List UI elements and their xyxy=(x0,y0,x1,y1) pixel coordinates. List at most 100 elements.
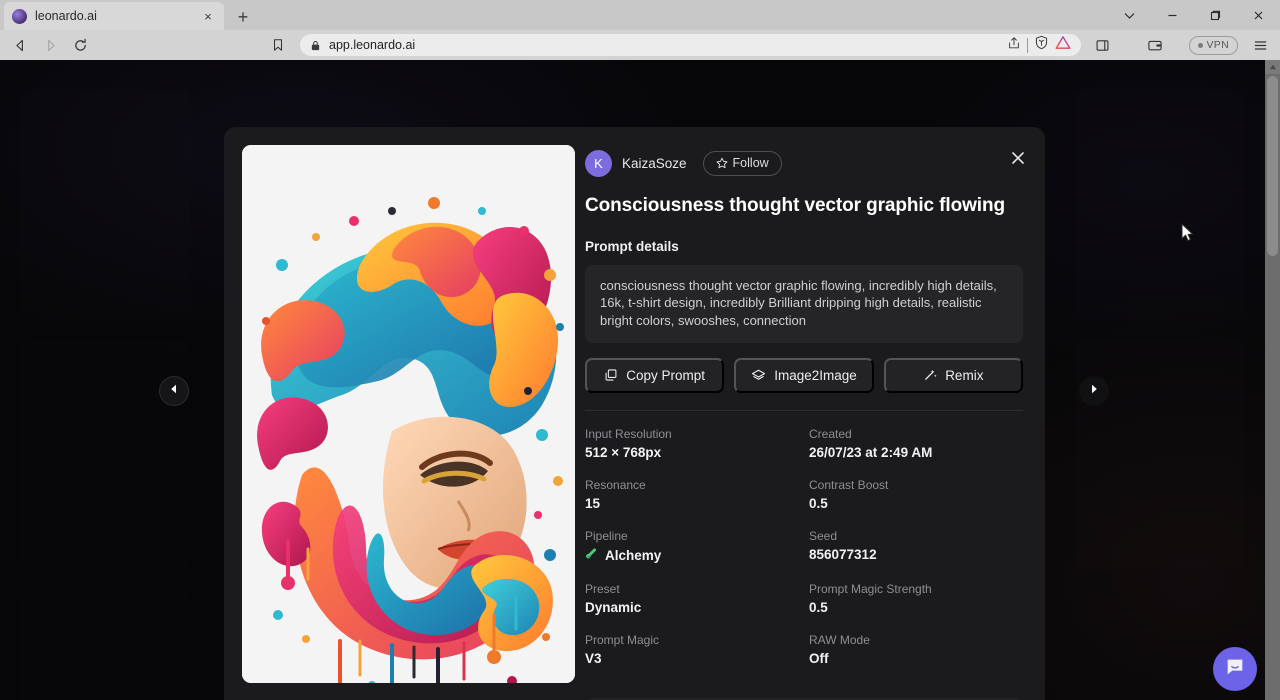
new-tab-button[interactable]: + xyxy=(230,4,256,30)
minimize-icon[interactable] xyxy=(1151,0,1194,30)
meta-key: Pipeline xyxy=(585,529,799,543)
meta-value: Alchemy xyxy=(605,548,661,563)
tab-strip: leonardo.ai × + xyxy=(0,0,1280,30)
page-title: Consciousness thought vector graphic flo… xyxy=(585,195,1023,217)
meta-key: Prompt Magic xyxy=(585,633,799,647)
chevron-down-icon[interactable] xyxy=(1108,0,1151,30)
wallet-icon[interactable] xyxy=(1141,33,1169,57)
browser-window: leonardo.ai × + xyxy=(0,0,1280,700)
back-arrow-icon[interactable] xyxy=(6,33,34,57)
meta-key: Contrast Boost xyxy=(809,478,1023,492)
browser-toolbar: app.leonardo.ai xyxy=(0,30,1280,60)
meta-value: 26/07/23 at 2:49 AM xyxy=(809,445,1023,460)
next-image-button[interactable] xyxy=(1079,376,1109,406)
meta-item-prompt-magic: Prompt Magic V3 xyxy=(585,633,799,666)
meta-item-seed: Seed 856077312 xyxy=(809,529,1023,564)
vpn-button[interactable]: VPN xyxy=(1189,36,1239,55)
meta-value: Off xyxy=(809,651,1023,666)
meta-value: V3 xyxy=(585,651,799,666)
scroll-up-arrow-icon[interactable] xyxy=(1265,60,1280,74)
chevron-right-icon xyxy=(1088,382,1100,400)
copy-prompt-label: Copy Prompt xyxy=(626,368,705,383)
page-viewport: K KaizaSoze Follow Consciousness thought… xyxy=(0,60,1280,700)
intercom-chat-launcher[interactable] xyxy=(1213,647,1257,691)
layers-icon xyxy=(751,368,766,383)
prompt-details-label: Prompt details xyxy=(585,239,1023,254)
meta-item-raw-mode: RAW Mode Off xyxy=(809,633,1023,666)
remix-label: Remix xyxy=(945,368,983,383)
meta-value: 0.5 xyxy=(809,496,1023,511)
wand-sparkle-icon xyxy=(923,368,937,382)
share-icon[interactable] xyxy=(1007,36,1021,55)
close-icon[interactable]: × xyxy=(200,8,216,24)
meta-key: RAW Mode xyxy=(809,633,1023,647)
avatar[interactable]: K xyxy=(585,150,612,177)
close-icon[interactable] xyxy=(1237,0,1280,30)
chevron-left-icon xyxy=(168,382,180,400)
artwork-image[interactable] xyxy=(242,145,575,683)
meta-value: 512 × 768px xyxy=(585,445,799,460)
meta-item-pipeline: Pipeline Alchemy xyxy=(585,529,799,564)
artwork-svg xyxy=(242,145,575,683)
brave-shields-icon[interactable] xyxy=(1034,35,1049,55)
copy-prompt-button[interactable]: Copy Prompt xyxy=(585,358,724,393)
meta-value: 15 xyxy=(585,496,799,511)
meta-key: Prompt Magic Strength xyxy=(809,582,1023,596)
previous-image-button[interactable] xyxy=(159,376,189,406)
meta-item-contrast-boost: Contrast Boost 0.5 xyxy=(809,478,1023,511)
divider xyxy=(585,410,1023,411)
remix-button[interactable]: Remix xyxy=(884,358,1023,393)
window-controls xyxy=(1108,0,1280,30)
page-scrollbar[interactable] xyxy=(1265,60,1280,700)
lock-icon xyxy=(310,40,321,51)
meta-key: Input Resolution xyxy=(585,427,799,441)
meta-item-created: Created 26/07/23 at 2:49 AM xyxy=(809,427,1023,460)
meta-value: 856077312 xyxy=(809,547,1023,562)
meta-key: Created xyxy=(809,427,1023,441)
mouse-cursor xyxy=(1181,223,1194,247)
meta-item-prompt-magic-strength: Prompt Magic Strength 0.5 xyxy=(809,582,1023,615)
image2image-label: Image2Image xyxy=(774,368,857,383)
creator-name[interactable]: KaizaSoze xyxy=(622,156,687,171)
reload-icon[interactable] xyxy=(66,33,94,57)
address-bar[interactable]: app.leonardo.ai xyxy=(300,34,1081,56)
maximize-icon[interactable] xyxy=(1194,0,1237,30)
prompt-text[interactable]: consciousness thought vector graphic flo… xyxy=(585,265,1023,343)
meta-item-resonance: Resonance 15 xyxy=(585,478,799,511)
vpn-label: VPN xyxy=(1207,39,1230,51)
meta-value: Dynamic xyxy=(585,600,799,615)
forward-arrow-icon xyxy=(36,33,64,57)
meta-value-pipeline: Alchemy xyxy=(585,547,799,564)
prompt-actions: Copy Prompt Image2Image Remix xyxy=(585,358,1023,393)
url-text: app.leonardo.ai xyxy=(329,38,999,52)
star-outline-icon xyxy=(716,157,728,169)
vpn-status-dot xyxy=(1198,43,1203,48)
close-icon[interactable] xyxy=(1005,145,1031,171)
image2image-button[interactable]: Image2Image xyxy=(734,358,873,393)
image-detail-modal: K KaizaSoze Follow Consciousness thought… xyxy=(224,127,1045,700)
modal-details-pane: K KaizaSoze Follow Consciousness thought… xyxy=(577,127,1045,700)
browser-tab[interactable]: leonardo.ai × xyxy=(4,2,224,30)
meta-key: Preset xyxy=(585,582,799,596)
meta-value: 0.5 xyxy=(809,600,1023,615)
meta-item-input-resolution: Input Resolution 512 × 768px xyxy=(585,427,799,460)
tab-title: leonardo.ai xyxy=(35,9,192,23)
alchemy-flask-icon xyxy=(585,547,599,564)
follow-button[interactable]: Follow xyxy=(703,151,782,176)
meta-key: Resonance xyxy=(585,478,799,492)
chat-bubble-icon xyxy=(1224,656,1246,683)
address-bar-actions xyxy=(1007,35,1071,55)
hamburger-menu-icon[interactable] xyxy=(1246,33,1274,57)
scrollbar-thumb[interactable] xyxy=(1267,76,1278,256)
brave-leo-ai-icon[interactable] xyxy=(1055,35,1071,55)
bookmark-icon[interactable] xyxy=(264,33,292,57)
follow-label: Follow xyxy=(733,156,769,170)
creator-row: K KaizaSoze Follow xyxy=(585,149,1023,177)
image-metadata-grid: Input Resolution 512 × 768px Created 26/… xyxy=(585,427,1023,666)
copy-icon xyxy=(604,368,618,382)
leonardo-favicon-icon xyxy=(12,9,27,24)
modal-image-pane xyxy=(224,127,577,700)
meta-item-preset: Preset Dynamic xyxy=(585,582,799,615)
meta-key: Seed xyxy=(809,529,1023,543)
sidebar-panel-icon[interactable] xyxy=(1089,33,1117,57)
